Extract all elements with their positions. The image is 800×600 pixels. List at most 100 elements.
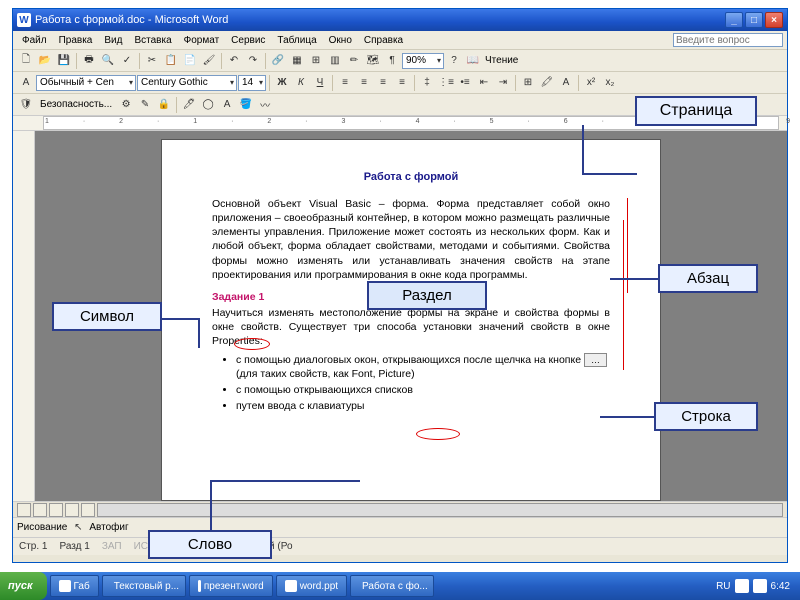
vertical-ruler[interactable] <box>13 131 35 501</box>
text-box-icon[interactable]: A <box>218 96 236 114</box>
menu-edit[interactable]: Правка <box>54 34 98 47</box>
new-icon[interactable]: 🗋 <box>17 52 35 70</box>
select-icon[interactable]: ↖ <box>69 519 87 537</box>
reading-view-icon[interactable] <box>81 503 95 517</box>
help-question <box>673 33 783 47</box>
numbering-icon[interactable]: ⋮≡ <box>437 74 455 92</box>
outline-view-icon[interactable] <box>65 503 79 517</box>
fill-icon[interactable]: 🪣 <box>237 96 255 114</box>
menu-window[interactable]: Окно <box>324 34 357 47</box>
columns-icon[interactable]: ▥ <box>326 52 344 70</box>
separator <box>269 75 270 91</box>
status-bar: Стр. 1 Разд 1 ЗАП ИСПР ВДЛ ЗАМ русский (… <box>13 537 787 555</box>
menu-view[interactable]: Вид <box>99 34 127 47</box>
font-color-icon[interactable]: A <box>557 74 575 92</box>
bullets-icon[interactable]: •≡ <box>456 74 474 92</box>
taskbar-item-3[interactable]: word.ppt <box>276 575 347 597</box>
align-left-icon[interactable]: ≡ <box>336 74 354 92</box>
size-combo[interactable]: 14 <box>238 75 266 91</box>
help-question-input[interactable] <box>673 33 783 47</box>
tables-icon[interactable]: ▦ <box>288 52 306 70</box>
borders-icon[interactable]: ⊞ <box>519 74 537 92</box>
ink-icon[interactable]: 🖊 <box>180 96 198 114</box>
taskbar-item-2[interactable]: презент.word <box>189 575 273 597</box>
minimize-button[interactable]: _ <box>725 12 743 28</box>
normal-view-icon[interactable] <box>17 503 31 517</box>
font-combo[interactable]: Century Gothic <box>137 75 237 91</box>
autoshapes-label[interactable]: Автофиг <box>89 522 128 533</box>
h-scrollbar[interactable] <box>97 503 783 517</box>
line-color-icon[interactable]: 〰 <box>256 96 274 114</box>
security-sign-icon[interactable]: ✎ <box>136 96 154 114</box>
menu-table[interactable]: Таблица <box>272 34 321 47</box>
menu-tools[interactable]: Сервис <box>226 34 270 47</box>
align-right-icon[interactable]: ≡ <box>374 74 392 92</box>
drawing-icon[interactable]: ✏ <box>345 52 363 70</box>
help-icon[interactable]: ? <box>445 52 463 70</box>
security-opt-icon[interactable]: ⚙ <box>117 96 135 114</box>
open-icon[interactable]: 📂 <box>36 52 54 70</box>
format-painter-icon[interactable]: 🖌 <box>200 52 218 70</box>
shapes-icon[interactable]: ◯ <box>199 96 217 114</box>
bold-icon[interactable]: Ж <box>273 74 291 92</box>
styles-icon[interactable]: A <box>17 74 35 92</box>
cut-icon[interactable]: ✂ <box>143 52 161 70</box>
show-marks-icon[interactable]: ¶ <box>383 52 401 70</box>
menu-file[interactable]: Файл <box>17 34 52 47</box>
redo-icon[interactable]: ↷ <box>244 52 262 70</box>
maximize-button[interactable]: □ <box>745 12 763 28</box>
security-lock-icon[interactable]: 🔒 <box>155 96 173 114</box>
document-page[interactable]: Работа с формой Основной объект Visual B… <box>161 139 661 501</box>
align-center-icon[interactable]: ≡ <box>355 74 373 92</box>
italic-icon[interactable]: К <box>292 74 310 92</box>
task-text: Научиться изменять местоположение формы … <box>212 306 610 349</box>
justify-icon[interactable]: ≡ <box>393 74 411 92</box>
clock[interactable]: 6:42 <box>771 581 790 592</box>
underline-icon[interactable]: Ч <box>311 74 329 92</box>
tray-icon[interactable] <box>753 579 767 593</box>
hyperlink-icon[interactable]: 🔗 <box>269 52 287 70</box>
shield-icon[interactable]: 🛡 <box>17 96 35 114</box>
taskbar-item-1[interactable]: Текстовый р... <box>102 575 186 597</box>
lang-indicator[interactable]: RU <box>716 581 730 592</box>
undo-icon[interactable]: ↶ <box>225 52 243 70</box>
print-view-icon[interactable] <box>49 503 63 517</box>
zoom-combo[interactable]: 90% <box>402 53 444 69</box>
insert-table-icon[interactable]: ⊞ <box>307 52 325 70</box>
map-icon[interactable]: 🗺 <box>364 52 382 70</box>
separator <box>265 53 266 69</box>
close-button[interactable]: × <box>765 12 783 28</box>
subscript-icon[interactable]: x₂ <box>601 74 619 92</box>
tray-icon[interactable] <box>735 579 749 593</box>
separator <box>515 75 516 91</box>
style-combo[interactable]: Обычный + Cen <box>36 75 136 91</box>
word-icon: W <box>17 13 31 27</box>
separator <box>176 97 177 113</box>
system-tray: RU 6:42 <box>710 579 796 593</box>
save-icon[interactable]: 💾 <box>55 52 73 70</box>
taskbar-item-4[interactable]: Работа с фо... <box>350 575 434 597</box>
drawing-label[interactable]: Рисование <box>17 522 67 533</box>
superscript-icon[interactable]: x² <box>582 74 600 92</box>
separator <box>221 53 222 69</box>
increase-indent-icon[interactable]: ⇥ <box>494 74 512 92</box>
menu-format[interactable]: Формат <box>179 34 225 47</box>
preview-icon[interactable]: 🔍 <box>99 52 117 70</box>
red-circle-mark <box>234 338 270 350</box>
highlight-icon[interactable]: 🖍 <box>538 74 556 92</box>
web-view-icon[interactable] <box>33 503 47 517</box>
copy-icon[interactable]: 📋 <box>162 52 180 70</box>
paste-icon[interactable]: 📄 <box>181 52 199 70</box>
line-spacing-icon[interactable]: ‡ <box>418 74 436 92</box>
read-label[interactable]: Чтение <box>483 55 520 66</box>
read-icon[interactable]: 📖 <box>464 52 482 70</box>
menu-help[interactable]: Справка <box>359 34 408 47</box>
callout-pointer <box>600 416 654 418</box>
menu-insert[interactable]: Вставка <box>129 34 176 47</box>
taskbar-item-0[interactable]: Габ <box>50 575 99 597</box>
security-label[interactable]: Безопасность... <box>36 99 116 110</box>
spelling-icon[interactable]: ✓ <box>118 52 136 70</box>
decrease-indent-icon[interactable]: ⇤ <box>475 74 493 92</box>
start-button[interactable]: пуск <box>0 572 47 600</box>
print-icon[interactable]: 🖶 <box>80 52 98 70</box>
